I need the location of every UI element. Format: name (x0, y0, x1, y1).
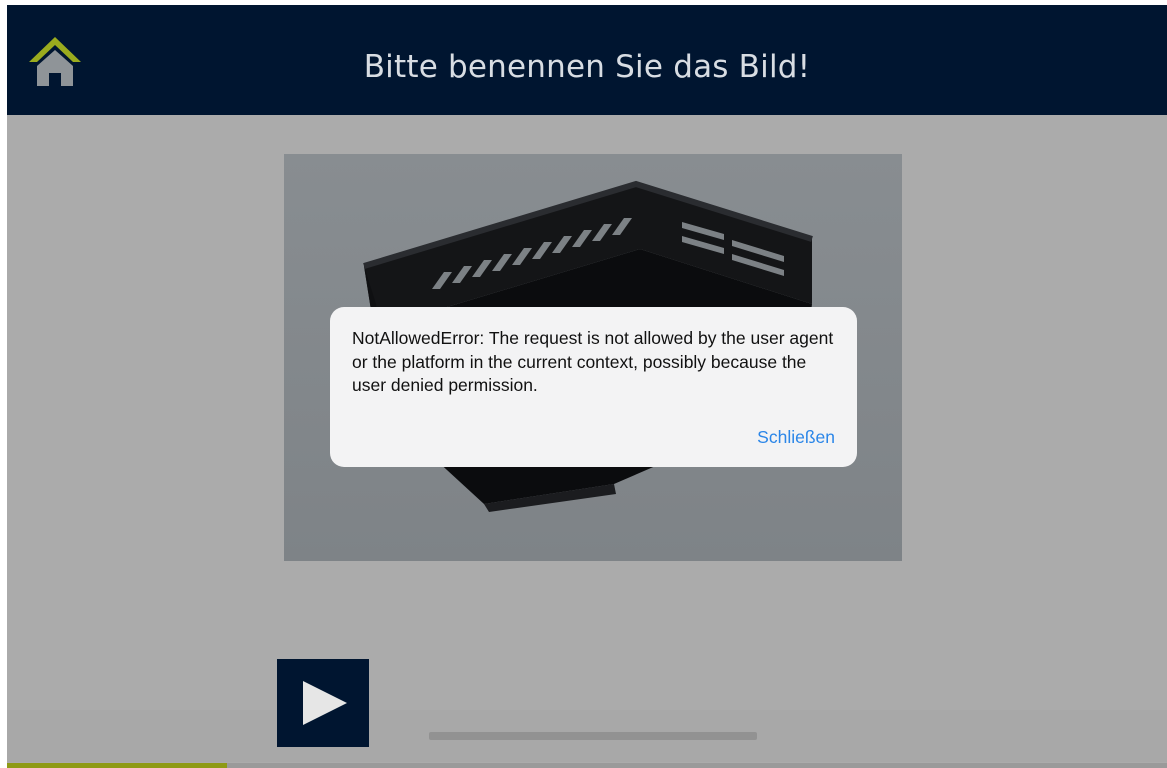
header-bar: Bitte benennen Sie das Bild! (7, 5, 1167, 115)
play-button[interactable] (277, 659, 369, 747)
lesson-progress-fill (7, 763, 228, 768)
page-title: Bitte benennen Sie das Bild! (363, 49, 811, 85)
alert-message: NotAllowedError: The request is not allo… (352, 328, 834, 395)
play-icon (303, 681, 347, 725)
app-screen: Bitte benennen Sie das Bild! NotAllowedE… (7, 5, 1167, 768)
error-alert-dialog: NotAllowedError: The request is not allo… (330, 307, 857, 467)
lesson-progress-bar (7, 763, 1167, 768)
audio-progress-track[interactable] (429, 732, 757, 740)
close-button[interactable]: Schließen (757, 427, 835, 448)
